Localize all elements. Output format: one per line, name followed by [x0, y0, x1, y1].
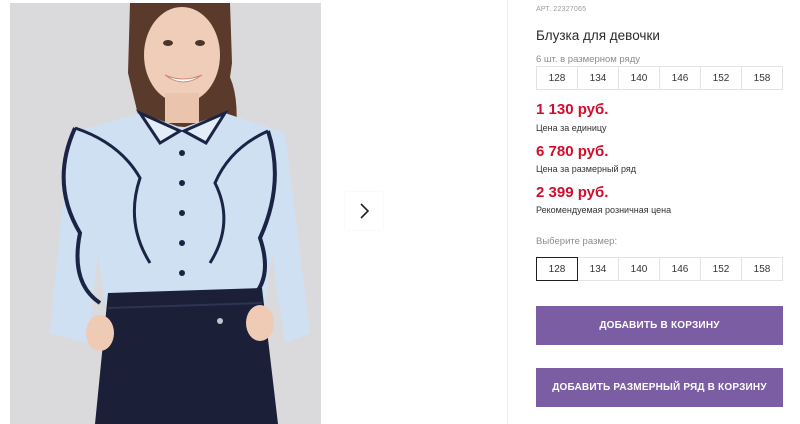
pack-size-cell: 134	[577, 66, 619, 90]
pack-size-cell: 140	[618, 66, 660, 90]
size-option-140[interactable]: 140	[618, 257, 660, 281]
add-to-cart-button[interactable]: ДОБАВИТЬ В КОРЗИНУ	[536, 306, 783, 345]
size-option-158[interactable]: 158	[741, 257, 783, 281]
unit-price-note: Цена за единицу	[536, 123, 607, 133]
size-option-128[interactable]: 128	[536, 257, 578, 281]
product-page: АРТ. 22327065 Блузка для девочки 6 шт. в…	[0, 0, 800, 424]
pack-size-cell: 152	[700, 66, 742, 90]
article-number: АРТ. 22327065	[536, 6, 587, 13]
add-size-row-to-cart-button[interactable]: ДОБАВИТЬ РАЗМЕРНЫЙ РЯД В КОРЗИНУ	[536, 368, 783, 407]
pack-size-row: 128 134 140 146 152 158	[536, 66, 783, 90]
choose-size-label: Выберите размер:	[536, 236, 618, 247]
product-gallery	[0, 0, 508, 424]
size-selector: 128 134 140 146 152 158	[536, 257, 783, 281]
size-option-134[interactable]: 134	[577, 257, 619, 281]
pack-size-cell: 146	[659, 66, 701, 90]
size-option-152[interactable]: 152	[700, 257, 742, 281]
pack-size-cell: 128	[536, 66, 578, 90]
next-image-button[interactable]	[345, 192, 383, 230]
pack-size-cell: 158	[741, 66, 783, 90]
retail-price: 2 399 руб.	[536, 184, 609, 201]
pack-size-label: 6 шт. в размерном ряду	[536, 54, 641, 65]
row-price-note: Цена за размерный ряд	[536, 164, 637, 174]
row-price: 6 780 руб.	[536, 143, 609, 160]
unit-price: 1 130 руб.	[536, 101, 609, 118]
product-title: Блузка для девочки	[536, 28, 660, 43]
product-photo[interactable]	[10, 3, 321, 424]
retail-price-note: Рекомендуемая розничная цена	[536, 205, 672, 215]
size-option-146[interactable]: 146	[659, 257, 701, 281]
chevron-right-icon	[360, 203, 370, 219]
